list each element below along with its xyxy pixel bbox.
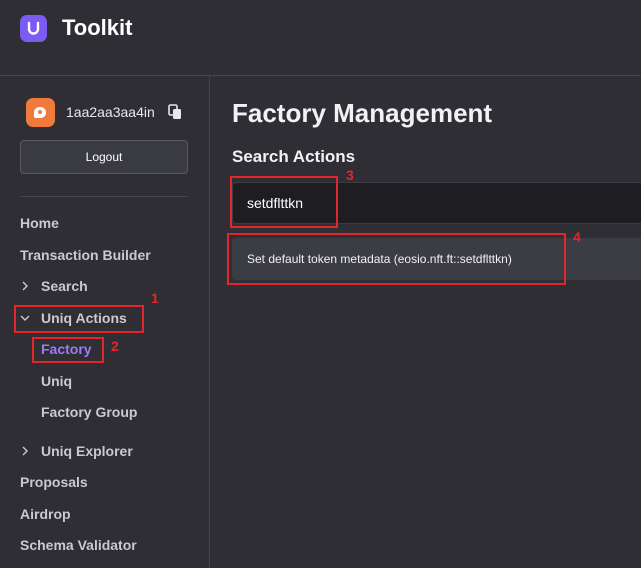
copy-icon[interactable] bbox=[168, 104, 182, 120]
sidebar-item-uniq[interactable]: Uniq bbox=[41, 373, 72, 389]
chevron-right-icon bbox=[22, 446, 28, 456]
sidebar-item-label: Uniq Actions bbox=[41, 310, 127, 326]
sidebar-item-factory[interactable]: Factory bbox=[41, 341, 92, 357]
avatar-eye bbox=[38, 110, 42, 114]
app-title: Toolkit bbox=[62, 15, 133, 40]
sidebar-item-transaction-builder[interactable]: Transaction Builder bbox=[20, 247, 151, 263]
annotation-number-2: 2 bbox=[111, 338, 119, 354]
annotation-number-4: 4 bbox=[573, 229, 581, 245]
annotation-number-3: 3 bbox=[346, 167, 354, 183]
sidebar-item-uniq-explorer[interactable]: Uniq Explorer bbox=[20, 443, 133, 459]
sidebar-item-uniq-actions[interactable]: Uniq Actions bbox=[20, 310, 127, 326]
app-logo-icon bbox=[20, 15, 47, 42]
annotation-number-1: 1 bbox=[151, 290, 159, 306]
section-title: Search Actions bbox=[232, 147, 356, 166]
sidebar-item-home[interactable]: Home bbox=[20, 215, 59, 231]
sidebar-item-search[interactable]: Search bbox=[20, 278, 88, 294]
page-title: Factory Management bbox=[232, 98, 493, 128]
chevron-right-icon bbox=[22, 281, 28, 291]
sidebar-item-proposals[interactable]: Proposals bbox=[20, 474, 88, 490]
sidebar-item-schema-validator[interactable]: Schema Validator bbox=[20, 537, 137, 553]
chevron-down-icon bbox=[20, 315, 30, 321]
sidebar-divider bbox=[20, 196, 188, 197]
avatar bbox=[26, 98, 55, 127]
sidebar-item-airdrop[interactable]: Airdrop bbox=[20, 506, 71, 522]
account-name: 1aa2aa3aa4in bbox=[66, 104, 155, 120]
logout-button[interactable]: Logout bbox=[20, 140, 188, 174]
sidebar-item-label: Uniq Explorer bbox=[41, 443, 133, 459]
top-bar: Toolkit bbox=[0, 0, 641, 76]
search-actions-input[interactable] bbox=[232, 182, 641, 224]
sidebar-item-factory-group[interactable]: Factory Group bbox=[41, 404, 137, 420]
sidebar-item-label: Search bbox=[41, 278, 88, 294]
